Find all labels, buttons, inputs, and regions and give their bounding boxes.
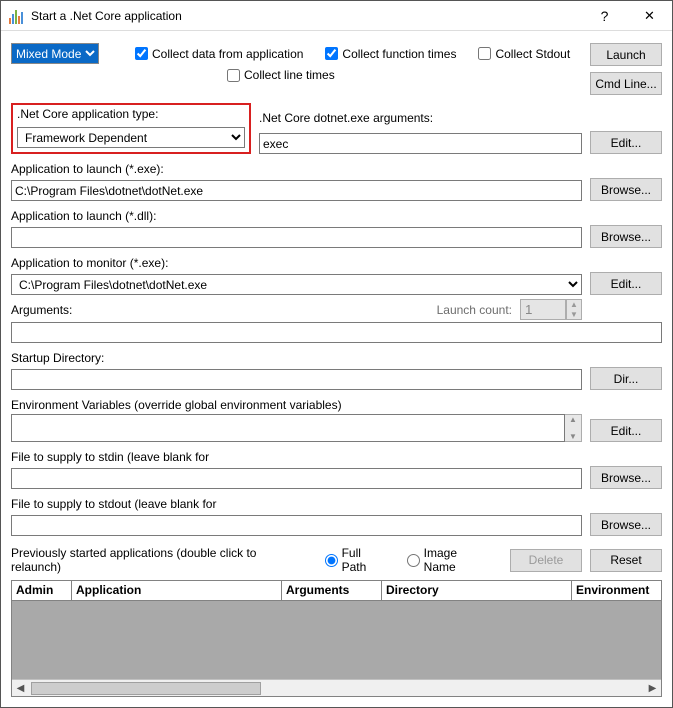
prev-apps-table[interactable]: Admin Application Arguments Directory En… [11,580,662,697]
app-launch-exe-browse-button[interactable]: Browse... [590,178,662,201]
window-title: Start a .Net Core application [31,9,182,23]
env-vars-input[interactable] [11,414,565,442]
scroll-left-icon[interactable]: ◀ [12,683,29,694]
launch-count-spinner: ▲▼ [520,299,582,320]
startup-dir-input[interactable] [11,369,582,390]
launch-count-input [520,299,566,320]
launch-count-label: Launch count: [437,303,512,317]
arguments-label: Arguments: [11,303,72,317]
collect-func-checkbox[interactable]: Collect function times [325,47,456,61]
app-type-select[interactable]: Framework Dependent [17,127,245,148]
launch-count-stepper: ▲▼ [566,299,582,320]
dotnet-args-label: .Net Core dotnet.exe arguments: [259,111,662,125]
app-type-label: .Net Core application type: [17,107,245,121]
app-icon [9,8,25,24]
app-launch-exe-label: Application to launch (*.exe): [11,162,662,176]
cmdline-button[interactable]: Cmd Line... [590,72,662,95]
col-application[interactable]: Application [72,581,282,600]
collect-line-checkbox[interactable]: Collect line times [227,68,335,82]
dotnet-args-input[interactable] [259,133,582,154]
prev-apps-label: Previously started applications (double … [11,546,309,574]
stdin-input[interactable] [11,468,582,489]
app-launch-dll-input[interactable] [11,227,582,248]
startup-dir-label: Startup Directory: [11,351,662,365]
col-admin[interactable]: Admin [12,581,72,600]
scroll-right-icon[interactable]: ▶ [644,683,661,694]
env-vars-scrollbar[interactable]: ▲▼ [565,414,582,442]
mode-select[interactable]: Mixed Mode [11,43,99,64]
app-launch-exe-input[interactable] [11,180,582,201]
col-environment[interactable]: Environment [572,581,661,600]
col-arguments[interactable]: Arguments [282,581,382,600]
full-path-radio[interactable]: Full Path [325,546,389,574]
stdin-label: File to supply to stdin (leave blank for [11,450,662,464]
scroll-thumb[interactable] [31,682,261,695]
table-hscroll[interactable]: ◀ ▶ [12,679,661,696]
app-type-highlight: .Net Core application type: Framework De… [11,103,251,154]
app-launch-dll-browse-button[interactable]: Browse... [590,225,662,248]
image-name-radio[interactable]: Image Name [407,546,492,574]
app-launch-dll-label: Application to launch (*.dll): [11,209,662,223]
stdout-label: File to supply to stdout (leave blank fo… [11,497,662,511]
app-monitor-edit-button[interactable]: Edit... [590,272,662,295]
env-vars-edit-button[interactable]: Edit... [590,419,662,442]
collect-data-checkbox[interactable]: Collect data from application [135,47,303,61]
reset-button[interactable]: Reset [590,549,662,572]
launch-button[interactable]: Launch [590,43,662,66]
close-button[interactable]: ✕ [627,1,672,31]
col-directory[interactable]: Directory [382,581,572,600]
delete-button[interactable]: Delete [510,549,582,572]
table-body[interactable] [12,601,661,679]
env-vars-label: Environment Variables (override global e… [11,398,662,412]
stdin-browse-button[interactable]: Browse... [590,466,662,489]
app-monitor-label: Application to monitor (*.exe): [11,256,662,270]
stdout-browse-button[interactable]: Browse... [590,513,662,536]
stdout-input[interactable] [11,515,582,536]
table-header: Admin Application Arguments Directory En… [12,581,661,601]
startup-dir-button[interactable]: Dir... [590,367,662,390]
arguments-input[interactable] [11,322,662,343]
app-monitor-select[interactable]: C:\Program Files\dotnet\dotNet.exe [11,274,582,295]
help-button[interactable]: ? [582,1,627,31]
collect-stdout-checkbox[interactable]: Collect Stdout [478,47,570,61]
dotnet-args-edit-button[interactable]: Edit... [590,131,662,154]
titlebar: Start a .Net Core application ? ✕ [1,1,672,31]
